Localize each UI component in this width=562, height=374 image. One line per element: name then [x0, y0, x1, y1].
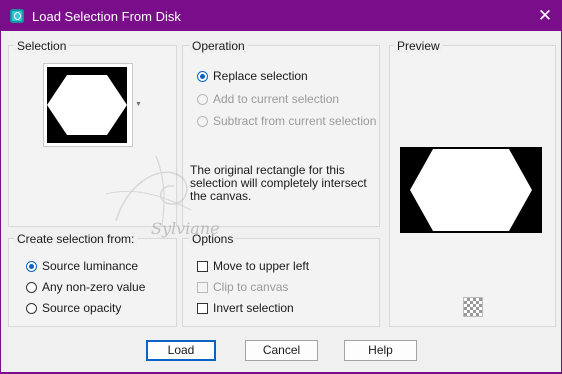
radio-button[interactable] [197, 115, 208, 127]
checkbox-label: Move to upper left [213, 259, 310, 273]
hexagon-shape [47, 75, 127, 135]
preview-image [400, 147, 542, 233]
selection-thumbnail-image [47, 67, 127, 143]
selection-thumbnail[interactable] [43, 63, 133, 147]
checkbox-move-to-upper-left[interactable]: Move to upper left [197, 257, 309, 275]
checkbox-clip-to-canvas[interactable]: Clip to canvas [197, 278, 288, 296]
radio-label: Subtract from current selection [213, 114, 377, 128]
radio-replace-selection[interactable]: Replace selection [197, 67, 308, 85]
dropdown-arrow-icon[interactable]: ▼ [135, 101, 142, 108]
radio-button[interactable] [26, 302, 37, 314]
checkbox[interactable] [197, 302, 208, 314]
preview-group-label: Preview [394, 39, 443, 53]
radio-button[interactable] [26, 260, 37, 272]
radio-any-non-zero-value[interactable]: Any non-zero value [26, 278, 145, 296]
selection-group-label: Selection [14, 39, 70, 53]
checkbox-label: Invert selection [213, 301, 294, 315]
watermark-text: Sylviane [151, 219, 220, 238]
radio-label: Source opacity [42, 301, 122, 315]
checkbox[interactable] [197, 260, 208, 272]
radio-label: Replace selection [213, 69, 308, 83]
radio-label: Source luminance [42, 259, 139, 273]
preview-hexagon-shape [410, 149, 532, 231]
checkbox[interactable] [197, 281, 208, 293]
radio-label: Add to current selection [213, 92, 340, 106]
checkerboard-icon[interactable] [463, 297, 483, 317]
radio-subtract-from-selection[interactable]: Subtract from current selection [197, 112, 376, 130]
radio-button[interactable] [197, 93, 208, 105]
checkbox-invert-selection[interactable]: Invert selection [197, 299, 294, 317]
window-title: Load Selection From Disk [32, 9, 181, 24]
radio-add-to-selection[interactable]: Add to current selection [197, 90, 339, 108]
help-button[interactable]: Help [344, 340, 417, 361]
load-selection-dialog: Load Selection From Disk ✕ Selection ▼ O… [0, 0, 562, 374]
radio-source-luminance[interactable]: Source luminance [26, 257, 138, 275]
checkbox-label: Clip to canvas [213, 280, 289, 294]
title-bar: Load Selection From Disk ✕ [1, 1, 561, 31]
operation-group-label: Operation [189, 39, 248, 53]
radio-source-opacity[interactable]: Source opacity [26, 299, 121, 317]
load-selection-icon [10, 9, 24, 23]
close-icon[interactable]: ✕ [531, 4, 559, 28]
radio-label: Any non-zero value [42, 280, 146, 294]
load-button[interactable]: Load [146, 340, 216, 361]
radio-button[interactable] [197, 70, 208, 82]
cancel-button[interactable]: Cancel [245, 340, 318, 361]
radio-button[interactable] [26, 281, 37, 293]
